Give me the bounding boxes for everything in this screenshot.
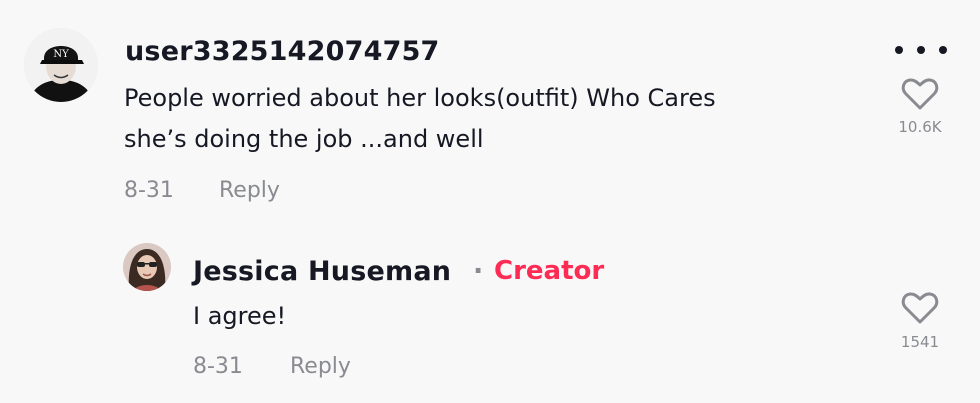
more-options-icon <box>895 46 903 54</box>
separator-dot: · <box>473 256 484 287</box>
like-button[interactable] <box>900 76 940 112</box>
creator-badge: Creator <box>494 256 605 286</box>
like-button[interactable] <box>900 290 940 326</box>
more-options-icon <box>917 46 925 54</box>
reply-button[interactable]: Reply <box>290 354 351 379</box>
more-options-icon <box>939 46 947 54</box>
commenter-username[interactable]: user3325142074757 <box>125 36 440 67</box>
comment-text-line-2: she’s doing the job ...and well <box>124 125 484 153</box>
svg-text:NY: NY <box>53 49 69 60</box>
like-count: 10.6K <box>898 118 942 136</box>
user-avatar-icon <box>123 243 171 291</box>
user-avatar-yankees-cap-icon: NY <box>24 28 98 102</box>
heart-outline-icon <box>901 292 939 324</box>
more-options-button[interactable] <box>895 40 947 60</box>
heart-outline-icon <box>901 78 939 110</box>
creator-avatar[interactable] <box>123 243 171 291</box>
commenter-avatar[interactable]: NY <box>24 28 98 102</box>
comment-date: 8-31 <box>124 178 174 203</box>
reply-button[interactable]: Reply <box>219 178 280 203</box>
comment-text-line-1: People worried about her looks(outfit) W… <box>124 84 716 112</box>
reply-text: I agree! <box>193 302 287 330</box>
reply-date: 8-31 <box>193 354 243 379</box>
creator-username[interactable]: Jessica Huseman <box>193 256 451 287</box>
like-count: 1541 <box>900 333 940 351</box>
